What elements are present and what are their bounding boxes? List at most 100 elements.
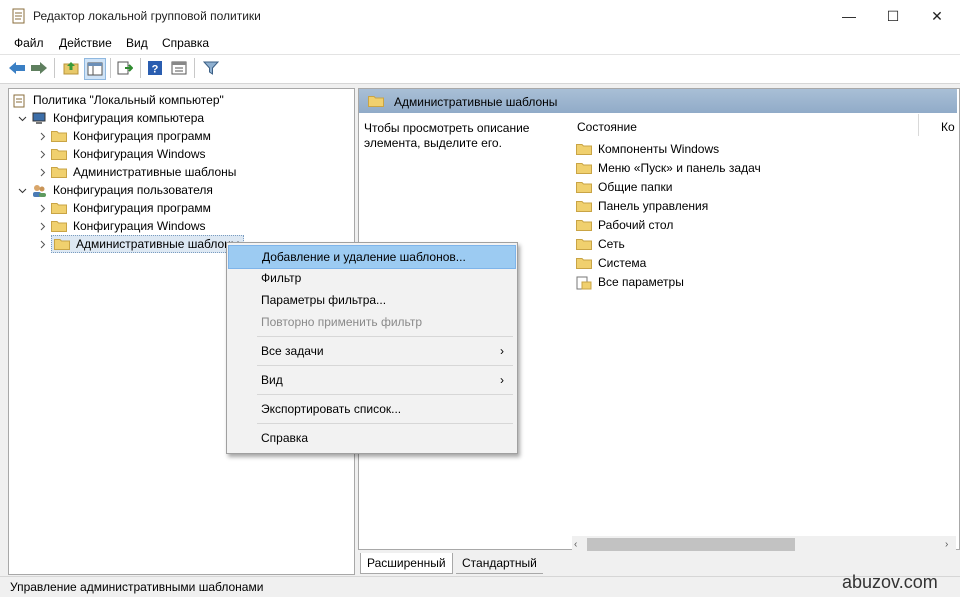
help-icon[interactable]: ?	[146, 59, 164, 77]
close-icon: ✕	[931, 7, 943, 24]
minimize-icon: —	[842, 8, 856, 24]
minimize-button[interactable]: —	[826, 0, 872, 32]
tree-node-root[interactable]: Политика "Локальный компьютер"	[13, 91, 244, 109]
ctx-help[interactable]: Справка	[228, 427, 516, 449]
ctx-filter-options[interactable]: Параметры фильтра...	[228, 289, 516, 311]
folder-icon	[51, 148, 67, 160]
ctx-all-tasks[interactable]: Все задачи ›	[228, 340, 516, 362]
tree-node-computer-programs[interactable]: Конфигурация программ	[13, 127, 244, 145]
tab-label: Стандартный	[462, 556, 537, 570]
list-item[interactable]: Система	[576, 253, 646, 272]
forward-icon[interactable]	[30, 59, 48, 77]
list-item[interactable]: Общие папки	[576, 177, 672, 196]
maximize-icon: ☐	[886, 7, 900, 24]
folder-icon	[51, 166, 67, 178]
context-menu: Добавление и удаление шаблонов... Фильтр…	[226, 242, 518, 454]
toolbar-separator	[194, 58, 195, 78]
watermark: abuzov.com	[842, 572, 938, 592]
export-list-icon[interactable]	[116, 59, 134, 77]
list-item-label: Все параметры	[598, 274, 684, 289]
tree-node-computer-config[interactable]: Конфигурация компьютера	[13, 109, 244, 127]
ctx-export-list[interactable]: Экспортировать список...	[228, 398, 516, 420]
folder-icon	[576, 162, 592, 174]
ctx-filter[interactable]: Фильтр	[228, 267, 516, 289]
list-item[interactable]: Рабочий стол	[576, 215, 673, 234]
ctx-label: Повторно применить фильтр	[261, 315, 423, 329]
back-icon[interactable]	[8, 59, 26, 77]
scroll-left-icon[interactable]: ‹	[574, 539, 577, 550]
folder-icon	[576, 143, 592, 155]
ctx-label: Параметры фильтра...	[261, 293, 387, 307]
list-item[interactable]: Панель управления	[576, 196, 708, 215]
tree-node-user-admin-templates[interactable]: Административные шаблоны	[13, 235, 245, 253]
scroll-right-icon[interactable]: ›	[945, 539, 948, 550]
list-item[interactable]: Меню «Пуск» и панель задач	[576, 158, 761, 177]
folder-icon	[576, 200, 592, 212]
policy-doc-icon	[13, 94, 27, 108]
ctx-reapply-filter: Повторно применить фильтр	[228, 311, 516, 333]
collapsed-chevron-icon[interactable]	[37, 167, 47, 177]
close-button[interactable]: ✕	[914, 0, 960, 32]
collapsed-chevron-icon[interactable]	[37, 131, 47, 141]
details-header-title: Административные шаблоны	[394, 95, 558, 109]
collapsed-chevron-icon[interactable]	[37, 239, 47, 249]
folder-icon	[576, 181, 592, 193]
toolbar	[0, 54, 960, 84]
list-item[interactable]: Сеть	[576, 234, 625, 253]
scrollbar-thumb[interactable]	[587, 538, 795, 551]
ctx-separator	[257, 423, 513, 424]
tree-label: Политика "Локальный компьютер"	[33, 93, 224, 107]
ctx-add-remove-templates[interactable]: Добавление и удаление шаблонов...	[228, 245, 516, 269]
tab-standard[interactable]: Стандартный	[456, 553, 543, 574]
tree-node-user-windows[interactable]: Конфигурация Windows	[13, 217, 244, 235]
list-item-label: Система	[598, 255, 647, 270]
tree-label: Административные шаблоны	[73, 165, 237, 179]
users-icon	[31, 184, 47, 197]
tree-node-user-programs[interactable]: Конфигурация программ	[13, 199, 244, 217]
menu-file[interactable]: Файл	[14, 36, 44, 50]
filter-icon[interactable]	[202, 59, 220, 77]
tree-node-user-config[interactable]: Конфигурация пользователя	[13, 181, 244, 199]
computer-icon	[31, 112, 47, 124]
folder-icon	[576, 257, 592, 269]
ctx-label: Справка	[261, 431, 309, 445]
folder-icon	[54, 238, 70, 250]
ctx-view[interactable]: Вид ›	[228, 369, 516, 391]
show-hide-console-tree-icon[interactable]	[84, 58, 106, 80]
collapsed-chevron-icon[interactable]	[37, 149, 47, 159]
toolbar-separator	[140, 58, 141, 78]
list-item[interactable]: Все параметры	[576, 272, 684, 291]
properties-icon[interactable]	[170, 59, 188, 77]
list-item[interactable]: Компоненты Windows	[576, 139, 719, 158]
tree-node-computer-admin-templates[interactable]: Административные шаблоны	[13, 163, 244, 181]
menu-help[interactable]: Справка	[162, 36, 209, 50]
description-text: Чтобы просмотреть описание элемента, выд…	[364, 121, 530, 150]
header-folder-icon	[368, 95, 384, 110]
collapsed-chevron-icon[interactable]	[37, 221, 47, 231]
tree-label: Конфигурация программ	[73, 201, 211, 215]
column-header-comment[interactable]: Ко	[941, 120, 955, 134]
maximize-button[interactable]: ☐	[870, 0, 916, 32]
ctx-label: Добавление и удаление шаблонов...	[262, 250, 466, 264]
expanded-chevron-icon[interactable]	[17, 113, 27, 123]
tree-label: Конфигурация программ	[73, 129, 211, 143]
window-title: Редактор локальной групповой политики	[33, 9, 261, 23]
group-policy-app-icon	[12, 8, 26, 24]
collapsed-chevron-icon[interactable]	[37, 203, 47, 213]
list-item-label: Панель управления	[598, 198, 709, 213]
folder-icon	[576, 238, 592, 250]
tree-node-computer-windows[interactable]: Конфигурация Windows	[13, 145, 244, 163]
toolbar-separator	[54, 58, 55, 78]
column-divider[interactable]	[918, 114, 919, 136]
list-item-label: Сеть	[598, 236, 625, 251]
menu-action[interactable]: Действие	[59, 36, 112, 50]
ctx-separator	[257, 394, 513, 395]
tab-extended[interactable]: Расширенный	[360, 553, 453, 574]
submenu-arrow-icon: ›	[500, 373, 504, 387]
column-header-state[interactable]: Состояние	[577, 120, 637, 134]
list-item-label: Меню «Пуск» и панель задач	[598, 160, 761, 175]
expanded-chevron-icon[interactable]	[17, 185, 27, 195]
menu-view[interactable]: Вид	[126, 36, 148, 50]
tree-label: Конфигурация Windows	[73, 219, 206, 233]
up-folder-icon[interactable]	[62, 59, 80, 77]
